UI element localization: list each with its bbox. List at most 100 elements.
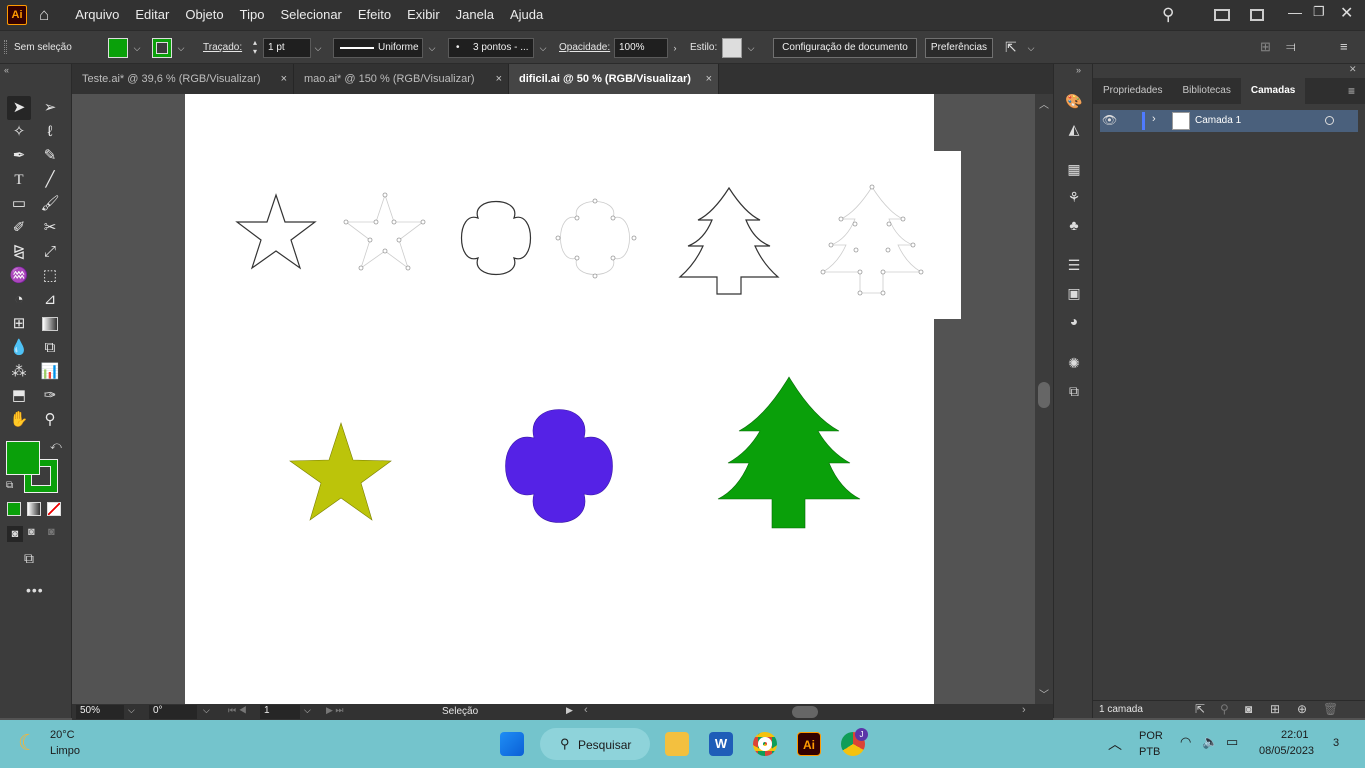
stroke-label[interactable]: Traçado: (203, 42, 242, 53)
artboard-number-field[interactable]: 1 (260, 705, 300, 719)
draw-normal-icon[interactable]: ◙ (7, 526, 23, 542)
weather-moon-icon[interactable]: ☾ (18, 730, 38, 756)
document-setup-button[interactable]: Configuração de documento (773, 38, 917, 58)
tree-anchors[interactable] (820, 184, 924, 296)
menu-ajuda[interactable]: Ajuda (502, 0, 551, 30)
clover-filled[interactable] (505, 409, 613, 523)
star-outline[interactable] (235, 193, 317, 270)
screen-mode-icon[interactable]: ⧉ (24, 550, 34, 567)
first-artboard-icon[interactable]: ⏮ ◀ (228, 705, 247, 716)
menu-editar[interactable]: Editar (127, 0, 177, 30)
star-anchors[interactable] (343, 192, 426, 271)
menu-tipo[interactable]: Tipo (232, 0, 273, 30)
appearance-icon[interactable]: ✺ (1064, 354, 1084, 372)
stroke-profile-dropdown-icon[interactable]: ⌵ (425, 38, 439, 58)
fill-color-box[interactable] (6, 441, 40, 475)
export-icon[interactable]: ⇱ (1195, 702, 1205, 716)
free-transform-icon[interactable]: ⬚ (38, 264, 62, 288)
battery-icon[interactable]: ▭ (1226, 734, 1238, 750)
swatches-icon[interactable]: ▦ (1064, 160, 1084, 178)
rotation-field[interactable]: 0° (149, 705, 197, 719)
swap-colors-icon[interactable]: ⤺ (50, 440, 62, 453)
pen-tool-icon[interactable]: ✒ (7, 144, 31, 168)
scroll-up-icon[interactable]: ︿ (1039, 96, 1049, 111)
minimize-icon[interactable]: — (1288, 4, 1302, 20)
tab-teste-close-icon[interactable]: × (281, 64, 287, 94)
warp-tool-icon[interactable]: ♒ (7, 264, 31, 288)
vertical-scrollbar[interactable]: ︿ ﹀ (1035, 94, 1053, 704)
draw-inside-icon[interactable]: ◙ (48, 526, 55, 538)
artboard-tool-icon[interactable]: ⬒ (7, 384, 31, 408)
file-explorer-icon[interactable] (665, 732, 689, 756)
collapse-toolbar-icon[interactable]: « (4, 65, 9, 75)
opacity-label[interactable]: Opacidade: (559, 42, 610, 53)
tab-propriedades[interactable]: Propriedades (1093, 78, 1172, 104)
menu-exibir[interactable]: Exibir (399, 0, 448, 30)
menu-selecionar[interactable]: Selecionar (272, 0, 349, 30)
zoom-dropdown-icon[interactable]: ⌵ (128, 705, 135, 716)
layer-name[interactable]: Camada 1 (1195, 115, 1241, 126)
collapse-panels-icon[interactable]: » (1076, 65, 1081, 75)
layer-row[interactable]: 👁 › Camada 1 (1100, 110, 1358, 132)
stroke-profile-field[interactable]: Uniforme (333, 38, 423, 58)
scale-tool-icon[interactable]: ⤢ (38, 240, 62, 264)
close-panel-icon[interactable]: ✕ (1349, 64, 1357, 75)
artboard-dropdown-icon[interactable]: ⌵ (304, 705, 311, 716)
brushes-icon[interactable]: ⚘ (1064, 188, 1084, 206)
scissors-icon[interactable]: ✂ (38, 216, 62, 240)
preferences-button[interactable]: Preferências (925, 38, 993, 58)
menu-efeito[interactable]: Efeito (350, 0, 399, 30)
illustrator-taskbar-icon[interactable]: Ai (797, 732, 821, 756)
distribute-icon[interactable]: ⫤ (1286, 39, 1296, 55)
align-icon[interactable]: ⊞ (1260, 39, 1271, 55)
clock-time[interactable]: 22:01 (1281, 729, 1309, 741)
transparency-icon[interactable]: ◕ (1064, 312, 1084, 330)
scroll-right-icon[interactable]: › (1022, 704, 1026, 716)
fill-swatch[interactable] (108, 38, 128, 58)
artboard[interactable] (185, 94, 934, 704)
target-circle-icon[interactable] (1325, 116, 1334, 125)
type-tool-icon[interactable]: T (7, 168, 31, 192)
style-dropdown-icon[interactable]: ⌵ (744, 38, 758, 58)
tab-camadas[interactable]: Camadas (1240, 78, 1306, 104)
search-box[interactable]: ⚲ Pesquisar (540, 728, 650, 760)
wifi-icon[interactable]: ◠ (1180, 734, 1191, 750)
tab-dificil-close-icon[interactable]: × (706, 64, 712, 94)
menu-arquivo[interactable]: Arquivo (67, 0, 127, 30)
clipping-mask-icon[interactable]: ◙ (1245, 702, 1252, 716)
fill-dropdown-icon[interactable]: ⌵ (130, 38, 144, 58)
stroke-panel-icon[interactable]: ☰ (1064, 256, 1084, 274)
expand-layer-icon[interactable]: › (1152, 113, 1156, 125)
line-tool-icon[interactable]: ╱ (38, 168, 62, 192)
default-colors-icon[interactable]: ⧉ (6, 480, 13, 491)
tab-mao-close-icon[interactable]: × (496, 64, 502, 94)
brush-field[interactable]: • 3 pontos - ... (448, 38, 534, 58)
more-options-icon[interactable]: ≡ (1340, 39, 1348, 54)
restore-icon[interactable]: ❐ (1313, 4, 1325, 20)
zoom-tool-icon[interactable]: ⚲ (38, 408, 62, 432)
symbol-sprayer-icon[interactable]: ⁂ (7, 360, 31, 384)
new-layer-icon[interactable]: ⊕ (1297, 702, 1307, 716)
panel-menu-icon[interactable]: ≡ (1338, 78, 1365, 104)
tray-overflow-icon[interactable]: ︿ (1108, 734, 1122, 754)
locate-object-icon[interactable]: ⚲ (1220, 702, 1229, 716)
selection-tool-icon[interactable]: ➤ (7, 96, 31, 120)
blend-tool-icon[interactable]: ⧉ (38, 336, 62, 360)
draw-behind-icon[interactable]: ◙ (28, 526, 35, 538)
magic-wand-icon[interactable]: ✧ (7, 120, 31, 144)
color-guide-icon[interactable]: ◭ (1064, 120, 1084, 138)
arrange-documents-icon[interactable] (1214, 9, 1230, 21)
arrange-icon[interactable]: ⇱ (1005, 39, 1017, 56)
visibility-eye-icon[interactable]: 👁 (1102, 113, 1117, 127)
opacity-arrow-icon[interactable]: › (668, 38, 682, 58)
hand-tool-icon[interactable]: ✋ (7, 408, 31, 432)
zoom-field[interactable]: 50% (76, 705, 124, 719)
eyedropper-icon[interactable]: 💧 (7, 336, 31, 360)
arrange-dropdown-icon[interactable]: ⌵ (1024, 38, 1038, 58)
delete-layer-icon[interactable]: 🗑 (1323, 702, 1338, 716)
direct-selection-tool-icon[interactable]: ➢ (38, 96, 62, 120)
stroke-dropdown-icon[interactable]: ⌵ (174, 38, 188, 58)
rotation-dropdown-icon[interactable]: ⌵ (203, 705, 210, 716)
start-icon[interactable] (500, 732, 524, 756)
shaper-tool-icon[interactable]: ✐ (7, 216, 31, 240)
